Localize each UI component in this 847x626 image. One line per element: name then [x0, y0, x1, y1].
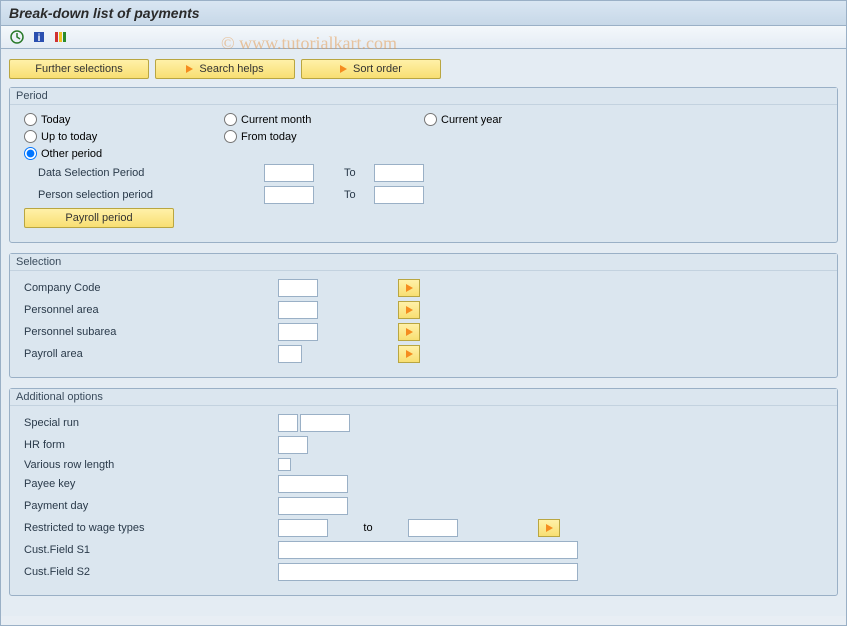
- restricted-wage-to-input[interactable]: [408, 519, 458, 537]
- radio-today[interactable]: Today: [24, 113, 164, 126]
- search-helps-button[interactable]: Search helps: [155, 59, 295, 79]
- layout-icon[interactable]: [53, 29, 69, 45]
- radio-other-period[interactable]: Other period: [24, 147, 164, 160]
- person-selection-label: Person selection period: [24, 189, 264, 201]
- page-title: Break-down list of payments: [1, 1, 846, 26]
- various-row-length-checkbox[interactable]: [278, 458, 291, 471]
- restricted-wage-multiselect-button[interactable]: [538, 519, 560, 537]
- company-code-multiselect-button[interactable]: [398, 279, 420, 297]
- personnel-area-input[interactable]: [278, 301, 318, 319]
- to-label: To: [314, 167, 374, 179]
- payroll-area-multiselect-button[interactable]: [398, 345, 420, 363]
- company-code-label: Company Code: [24, 282, 278, 294]
- arrow-right-icon: [406, 306, 413, 314]
- personnel-subarea-multiselect-button[interactable]: [398, 323, 420, 341]
- additional-options-group: Additional options Special run HR form V…: [9, 388, 838, 596]
- hr-form-input[interactable]: [278, 436, 308, 454]
- personnel-subarea-input[interactable]: [278, 323, 318, 341]
- arrow-right-icon: [406, 350, 413, 358]
- selection-group: Selection Company Code Personnel area Pe…: [9, 253, 838, 378]
- radio-up-to-today[interactable]: Up to today: [24, 130, 164, 143]
- arrow-right-icon: [186, 65, 193, 73]
- restricted-wage-from-input[interactable]: [278, 519, 328, 537]
- hr-form-label: HR form: [24, 439, 278, 451]
- various-row-length-label: Various row length: [24, 459, 278, 471]
- person-selection-from-input[interactable]: [264, 186, 314, 204]
- further-selections-button[interactable]: Further selections: [9, 59, 149, 79]
- to-label-lc: to: [328, 522, 408, 534]
- sort-order-button[interactable]: Sort order: [301, 59, 441, 79]
- execute-icon[interactable]: [9, 29, 25, 45]
- arrow-right-icon: [340, 65, 347, 73]
- radio-current-month[interactable]: Current month: [224, 113, 364, 126]
- data-selection-from-input[interactable]: [264, 164, 314, 182]
- radio-current-year[interactable]: Current year: [424, 113, 564, 126]
- payment-day-label: Payment day: [24, 500, 278, 512]
- data-selection-to-input[interactable]: [374, 164, 424, 182]
- payee-key-label: Payee key: [24, 478, 278, 490]
- cust-field-s2-input[interactable]: [278, 563, 578, 581]
- restricted-wage-label: Restricted to wage types: [24, 522, 278, 534]
- period-group: Period Today Current month Current year …: [9, 87, 838, 243]
- special-run-input-1[interactable]: [278, 414, 298, 432]
- arrow-right-icon: [406, 284, 413, 292]
- payroll-area-input[interactable]: [278, 345, 302, 363]
- personnel-area-label: Personnel area: [24, 304, 278, 316]
- selection-legend: Selection: [10, 254, 837, 271]
- payment-day-input[interactable]: [278, 497, 348, 515]
- cust-field-s1-label: Cust.Field S1: [24, 544, 278, 556]
- app-toolbar: i: [1, 26, 846, 49]
- personnel-area-multiselect-button[interactable]: [398, 301, 420, 319]
- cust-field-s1-input[interactable]: [278, 541, 578, 559]
- arrow-right-icon: [546, 524, 553, 532]
- special-run-input-2[interactable]: [300, 414, 350, 432]
- data-selection-label: Data Selection Period: [24, 167, 264, 179]
- payee-key-input[interactable]: [278, 475, 348, 493]
- arrow-right-icon: [406, 328, 413, 336]
- to-label: To: [314, 189, 374, 201]
- payroll-period-button[interactable]: Payroll period: [24, 208, 174, 228]
- radio-from-today[interactable]: From today: [224, 130, 364, 143]
- info-icon[interactable]: i: [31, 29, 47, 45]
- cust-field-s2-label: Cust.Field S2: [24, 566, 278, 578]
- person-selection-to-input[interactable]: [374, 186, 424, 204]
- svg-text:i: i: [38, 33, 41, 44]
- personnel-subarea-label: Personnel subarea: [24, 326, 278, 338]
- payroll-area-label: Payroll area: [24, 348, 278, 360]
- special-run-label: Special run: [24, 417, 278, 429]
- top-button-row: Further selections Search helps Sort ord…: [9, 59, 838, 79]
- period-legend: Period: [10, 88, 837, 105]
- company-code-input[interactable]: [278, 279, 318, 297]
- additional-options-legend: Additional options: [10, 389, 837, 406]
